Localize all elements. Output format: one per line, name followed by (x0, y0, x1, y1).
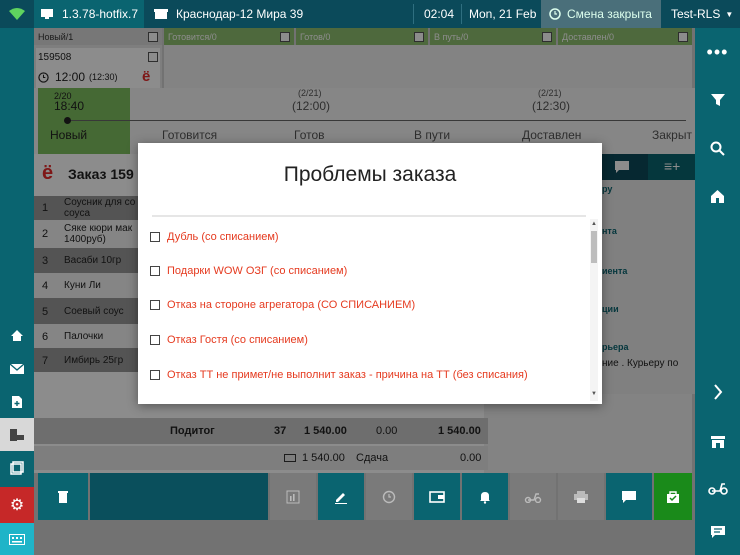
monitor-icon (41, 9, 53, 19)
top-bar: 1.3.78-hotfix.7 Краснодар-12 Мира 39 02:… (0, 0, 740, 28)
stats-button[interactable] (270, 473, 316, 520)
date-label: Mon, 21 Feb (469, 7, 537, 21)
dialog-scrollbar[interactable]: ▲ ▼ (590, 219, 598, 401)
home-icon (11, 330, 23, 341)
scooter-icon (524, 492, 542, 503)
problem-option-aggregator-refusal[interactable]: Отказ на стороне агрегатора (СО СПИСАНИЕ… (150, 297, 415, 313)
left-sidebar: ⚙ (0, 28, 34, 555)
delete-order-button[interactable] (38, 473, 88, 520)
chat-icon (710, 526, 725, 538)
bell-icon (480, 491, 490, 504)
trash-icon (58, 490, 68, 503)
expand-button[interactable] (695, 368, 740, 416)
clock-icon (549, 8, 561, 20)
courier-button[interactable] (695, 464, 740, 512)
complete-button[interactable] (654, 473, 692, 520)
mail-button[interactable] (0, 352, 34, 385)
filter-icon (710, 94, 725, 106)
chat-button[interactable] (695, 508, 740, 555)
settings-button[interactable]: ⚙ (0, 487, 34, 523)
printer-icon (574, 490, 588, 503)
dialog-divider (152, 215, 586, 217)
account-menu[interactable]: Test-RLS ▼ (663, 0, 740, 28)
chart-icon (286, 490, 300, 503)
courier-assign-button[interactable] (510, 473, 556, 520)
shop-icon (710, 436, 725, 448)
wifi-icon (0, 0, 34, 28)
scroll-up-icon[interactable]: ▲ (591, 221, 597, 227)
scooter-icon (707, 483, 728, 495)
store-button[interactable] (695, 172, 740, 220)
scroll-down-icon[interactable]: ▼ (591, 391, 597, 397)
chevron-right-icon (713, 384, 722, 400)
comment-icon (622, 490, 636, 503)
home-button[interactable] (0, 319, 34, 352)
store-selector[interactable]: Краснодар-12 Мира 39 (146, 0, 306, 28)
gear-icon: ⚙ (9, 497, 25, 514)
more-dots-icon: ••• (706, 41, 729, 62)
delivery-button[interactable] (0, 418, 34, 451)
message-button[interactable] (606, 473, 652, 520)
problem-option-store-refusal[interactable]: Отказ ТТ не примет/не выполнит заказ - п… (150, 367, 528, 383)
reports-button[interactable] (0, 451, 34, 484)
new-document-button[interactable] (0, 385, 34, 418)
keyboard-icon (9, 533, 25, 545)
problem-option-duplicate[interactable]: Дубль (со списанием) (150, 229, 279, 245)
history-icon (382, 490, 396, 503)
right-sidebar: ••• (695, 28, 740, 555)
search-icon (710, 141, 725, 156)
house-icon (711, 189, 724, 203)
history-button[interactable] (366, 473, 412, 520)
edit-button[interactable] (318, 473, 364, 520)
problem-checkbox[interactable] (150, 266, 160, 276)
pencil-icon (335, 492, 347, 504)
shift-status[interactable]: Смена закрыта (541, 0, 661, 28)
problem-checkbox[interactable] (150, 370, 160, 380)
problem-checkbox[interactable] (150, 232, 160, 242)
print-button[interactable] (558, 473, 604, 520)
keyboard-button[interactable] (0, 523, 34, 555)
shop-button[interactable] (695, 418, 740, 466)
problem-option-guest-refusal[interactable]: Отказ Гостя (со списанием) (150, 332, 308, 348)
add-document-icon (12, 395, 22, 408)
clock-time: 02:04 (424, 7, 455, 21)
payment-button[interactable] (414, 473, 460, 520)
version-label: 1.3.78-hotfix.7 (34, 0, 144, 28)
bag-check-icon (667, 490, 679, 503)
wallet-icon (429, 490, 445, 503)
notify-button[interactable] (462, 473, 508, 520)
filter-button[interactable] (695, 76, 740, 124)
scrollbar-thumb[interactable] (591, 231, 597, 263)
list-icon (10, 460, 24, 475)
problem-option-gifts[interactable]: Подарки WOW ОЗГ (со списанием) (150, 263, 347, 279)
search-button[interactable] (695, 124, 740, 172)
problem-checkbox[interactable] (150, 335, 160, 345)
mail-icon (10, 363, 24, 374)
dialog-title: Проблемы заказа (283, 163, 457, 186)
problem-checkbox[interactable] (150, 300, 160, 310)
action-area[interactable] (90, 473, 268, 520)
order-problems-dialog: Проблемы заказа Дубль (со списанием) Под… (138, 143, 602, 404)
chevron-down-icon: ▼ (725, 9, 734, 19)
more-button[interactable]: ••• (695, 28, 740, 76)
building-car-icon (10, 428, 24, 441)
store-icon (154, 9, 168, 19)
